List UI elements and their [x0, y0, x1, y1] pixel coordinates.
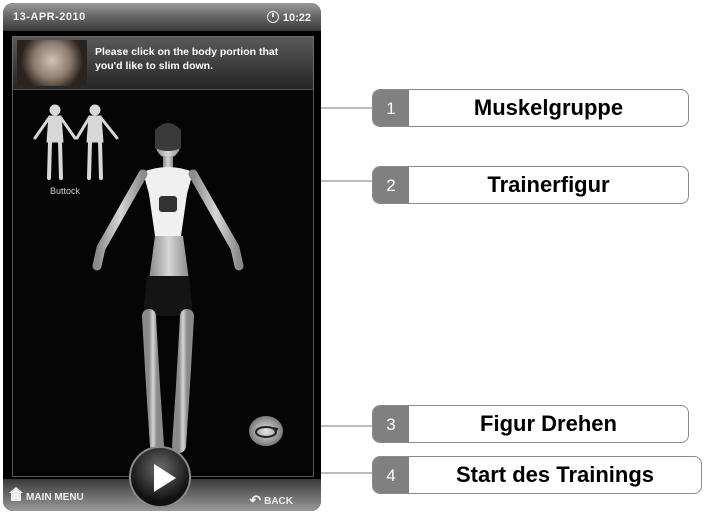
callout-label: Figur Drehen	[480, 411, 617, 436]
main-menu-label: MAIN MENU	[26, 492, 84, 503]
time-text: 10:22	[282, 12, 311, 24]
callout-label: Trainerfigur	[487, 172, 610, 197]
body-selection-panel: Buttock	[12, 89, 314, 477]
rotate-figure-button[interactable]	[249, 416, 283, 446]
play-icon	[154, 464, 176, 492]
callout-label: Start des Trainings	[455, 462, 655, 487]
rotate-icon	[255, 426, 279, 438]
callout-number: 4	[373, 457, 409, 493]
back-arrow-icon: ↶	[249, 492, 262, 508]
callout-trainer-figure: 2 Trainerfigur	[372, 166, 689, 204]
back-button[interactable]: ↶ BACK	[249, 492, 293, 509]
start-training-button[interactable]	[129, 446, 191, 508]
back-label: BACK	[264, 496, 293, 507]
home-icon	[9, 487, 23, 501]
callout-muscle-group: 1 Muskelgruppe	[372, 89, 689, 127]
callout-number: 2	[373, 167, 409, 203]
main-menu-button[interactable]: MAIN MENU	[9, 487, 84, 503]
clock-display: 10:22	[266, 11, 311, 24]
clock-icon	[266, 11, 279, 23]
callout-rotate-figure: 3 Figur Drehen	[372, 405, 689, 443]
callout-label: Muskelgruppe	[473, 95, 624, 120]
status-bar: 13-APR-2010 10:22	[3, 3, 321, 31]
date-display: 13-APR-2010	[13, 11, 86, 23]
instruction-banner: Please click on the body portion that yo…	[12, 36, 314, 90]
device-screen: 13-APR-2010 10:22 Please click on the bo…	[3, 3, 321, 511]
callout-number: 3	[373, 406, 409, 442]
callout-number: 1	[373, 90, 409, 126]
instruction-text: Please click on the body portion that yo…	[95, 46, 279, 72]
callout-start-training: 4 Start des Trainings	[372, 456, 702, 494]
trainer-figure[interactable]	[73, 120, 263, 460]
coach-avatar	[17, 40, 87, 86]
